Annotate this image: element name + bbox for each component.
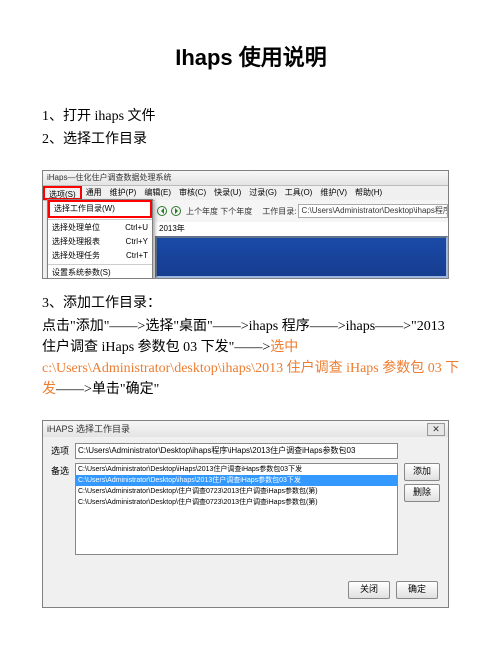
list-item[interactable]: C:\Users\Administrator\Desktop\iHaps\201… xyxy=(76,464,397,475)
step-3-desc: 点击"添加"——>选择"桌面"——>ihaps 程序——>ihaps——>"20… xyxy=(42,316,460,400)
screenshot-2: iHAPS 选择工作目录 ✕ 选项 C:\Users\Administrator… xyxy=(42,420,449,608)
workdir-path: C:\Users\Administrator\Desktop\ihaps程序\i… xyxy=(298,204,448,218)
menu-item[interactable]: 工具(O) xyxy=(281,186,317,200)
next-year-icon[interactable] xyxy=(171,206,181,216)
menu-item[interactable]: 编辑(E) xyxy=(140,186,175,200)
close-icon[interactable]: ✕ xyxy=(427,423,445,436)
dialog-titlebar: iHAPS 选择工作目录 ✕ xyxy=(43,421,448,438)
menu-item[interactable]: 维护(V) xyxy=(316,186,351,200)
select-path-input[interactable]: C:\Users\Administrator\Desktop\ihaps程序\i… xyxy=(75,443,398,459)
list-item[interactable]: C:\Users\Administrator\Desktop\住户调查0723\… xyxy=(76,486,397,497)
menu-item[interactable]: 通用 xyxy=(82,186,106,200)
ok-button[interactable]: 确定 xyxy=(396,581,438,599)
menu-options[interactable]: 选项(S) xyxy=(43,186,82,200)
menu-item[interactable]: 快录(U) xyxy=(210,186,245,200)
doc-title: Ihaps 使用说明 xyxy=(42,40,460,72)
add-button[interactable]: 添加 xyxy=(404,463,440,481)
select-label: 选项 xyxy=(51,443,75,457)
menu-item[interactable]: 维护(P) xyxy=(106,186,141,200)
list-item[interactable]: C:\Users\Administrator\Desktop\住户调查0723\… xyxy=(76,497,397,508)
path-listbox[interactable]: C:\Users\Administrator\Desktop\iHaps\201… xyxy=(75,463,398,555)
dropdown-item[interactable]: 选择处理单位 Ctrl+U xyxy=(48,221,152,235)
menu-item[interactable]: 帮助(H) xyxy=(351,186,386,200)
close-button[interactable]: 关闭 xyxy=(348,581,390,599)
menu-item[interactable]: 审核(C) xyxy=(175,186,210,200)
dropdown-select-workdir[interactable]: 选择工作目录(W) xyxy=(48,200,152,218)
workdir-label: 工作目录: xyxy=(262,206,296,217)
dropdown-item[interactable]: 选择处理任务 Ctrl+T xyxy=(48,249,152,263)
nav-labels: 上个年度 下个年度 xyxy=(186,206,252,217)
dropdown-item[interactable]: 选择处理报表 Ctrl+Y xyxy=(48,235,152,249)
window-titlebar: iHaps—住化住户调查数据处理系统 xyxy=(43,171,448,186)
backup-label: 备选 xyxy=(51,463,75,477)
year-row: 2013年 xyxy=(155,222,448,237)
screenshot-1: iHaps—住化住户调查数据处理系统 选项(S) 通用 维护(P) 编辑(E) … xyxy=(42,170,449,279)
options-dropdown: 选择工作目录(W) 选择处理单位 Ctrl+U 选择处理报表 Ctrl+Y 选择… xyxy=(47,199,153,279)
step-1: 1、打开 ihaps 文件 xyxy=(42,106,460,127)
delete-button[interactable]: 删除 xyxy=(404,484,440,502)
toolbar: 上个年度 下个年度 工作目录: C:\Users\Administrator\D… xyxy=(155,200,448,223)
prev-year-icon[interactable] xyxy=(157,206,167,216)
dialog-body: 选项 C:\Users\Administrator\Desktop\ihaps程… xyxy=(43,437,448,607)
step-3: 3、添加工作目录： xyxy=(42,293,460,314)
dropdown-item[interactable]: 设置系统参数(S) xyxy=(48,266,152,279)
menu-item[interactable]: 过录(G) xyxy=(245,186,281,200)
content-pane xyxy=(155,236,448,278)
list-item-selected[interactable]: C:\Users\Administrator\Desktop\ihaps\201… xyxy=(76,475,397,486)
step-2: 2、选择工作目录 xyxy=(42,129,460,150)
